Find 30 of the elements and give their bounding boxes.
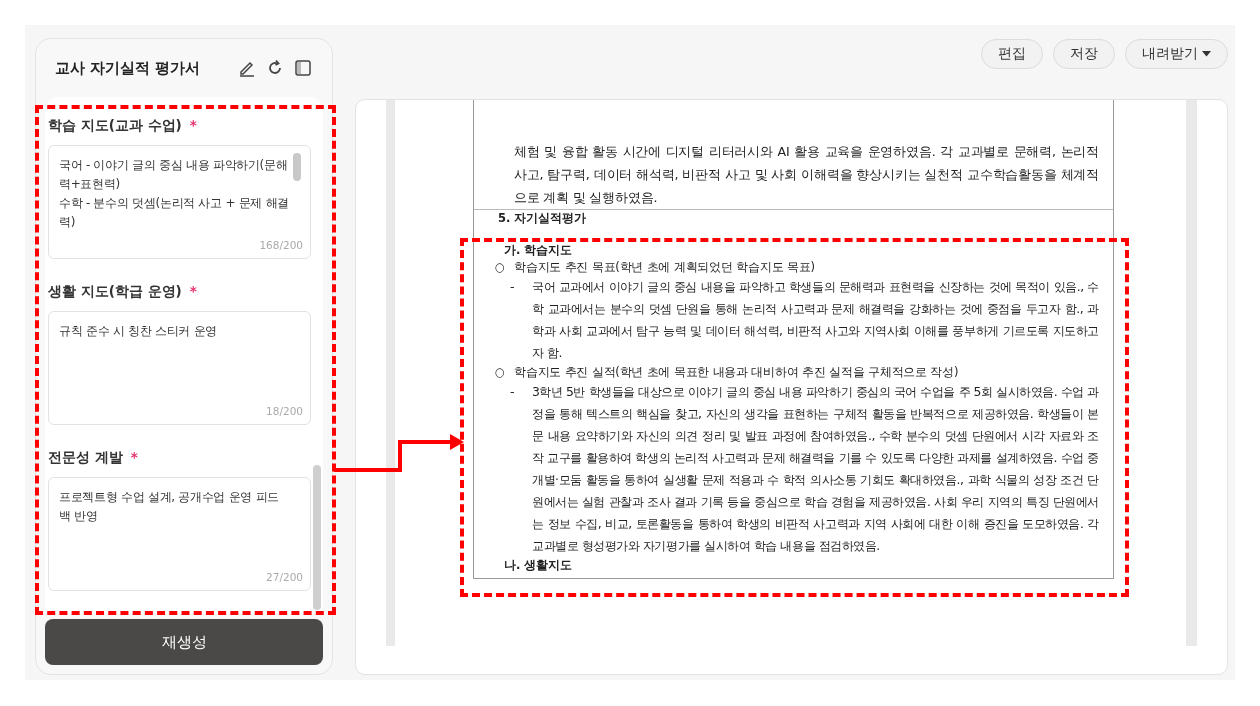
required-mark: * — [189, 117, 197, 133]
field-label: 학습 지도(교과 수업) * — [48, 117, 198, 135]
section-heading: 5. 자기실적평가 — [474, 209, 1113, 242]
document-paragraph: 체험 및 융합 활동 시간에 디지털 리터러시와 AI 활용 교육을 운영하였음. 각 교과별로 문해력, 논리적 사고, 탐구력, 데이터 해석력, 비판적 사고 및 사회 이해력을 향상시키는 실천적 교수학습활동을 체계적으로 계획 및 실행하였음. — [513, 143, 1100, 207]
character-count: 168/200 — [259, 239, 303, 251]
field-label: 전문성 계발 * — [48, 449, 139, 467]
dash-marker: - — [508, 278, 515, 296]
circle-bullet: ○ — [494, 364, 506, 381]
bullet-text: 학습지도 추진 목표(학년 초에 계획되었던 학습지도 목표) — [514, 259, 816, 276]
dash-marker: - — [508, 383, 515, 401]
scrollbar-thumb[interactable] — [313, 465, 321, 610]
download-button[interactable]: 내려받기 — [1125, 39, 1228, 69]
character-count: 18/200 — [266, 405, 303, 417]
toolbar-button[interactable]: 편집 — [981, 39, 1043, 69]
panel-title: 교사 자기실적 평가서 — [55, 58, 202, 78]
subsection-heading: 가. 학습지도 — [503, 242, 574, 259]
caret-icon — [1202, 51, 1211, 57]
document-paragraph: 3학년 5반 학생들을 대상으로 이야기 글의 중심 내용 파악하기 중심의 국어 수업을 주 5회 실시하였음. 수업 과정을 통해 텍스트의 핵심을 찾고, 자신의 생각을 표현하는 구체적 활동을 반복적으로 제공하였음. 학생들이 본문 내용 요약하기와 자신의 의견 정리 및 발표 과정에 참여하였음., 수학 분수의 덧셈 단원에서 시각 자료와 조작 교구를 활용하여 학생의 논리적 사고력과 문제 해결력을 기를 수 있도록 다양한 과제를 설계하였음. 수업 중 개별·모둠 활동을 통하여 실생활 문제 적용과 수 학적 의사소통 기회도 확대하였음., 과학 식물의 성장 조건 단원에서는 실험 관찰과 조사 결과 기록 등을 중심으로 학습 경험을 제공하였음. 사회 우리 지역의 특징 단원에서는 정보 수집, 비교, 토론활동을 통하여 학생의 비판적 사고력과 지역 사회에 대한 이해 증진을 도모하였음. 각 교과별로 형성평가와 자기평가를 실시하여 학습 내용을 점검하였음. — [532, 383, 1099, 555]
regenerate-button[interactable]: 재생성 — [45, 619, 323, 665]
required-mark: * — [130, 449, 138, 465]
sidebar-toggle-icon[interactable] — [293, 58, 313, 78]
circle-bullet: ○ — [494, 259, 506, 276]
character-count: 27/200 — [266, 571, 303, 583]
document-paragraph: 국어 교과에서 이야기 글의 중심 내용을 파악하고 학생들의 문해력과 표현력을 신장하는 것에 목적이 있음., 수학 교과에서는 분수의 덧셈 단원을 통해 논리적 사고력과 문제 해결력을 강화하는 것에 중점을 두고자 함., 과학과 사회 교과에서 탐구 능력 및 데이터 해석력, 비판적 사고와 지역사회 이해를 풍부하게 기르도록 지도하고자 함. — [532, 278, 1099, 362]
scrollbar-thumb[interactable] — [293, 153, 301, 181]
toolbar-button[interactable]: 저장 — [1053, 39, 1115, 69]
field-label: 생활 지도(학급 운영) * — [48, 283, 198, 301]
bullet-text: 학습지도 추진 실적(학년 초에 목표한 내용과 대비하여 추진 실적을 구체적으로 작성) — [514, 364, 960, 381]
required-mark: * — [189, 283, 197, 299]
subsection-heading: 나. 생활지도 — [503, 557, 574, 574]
